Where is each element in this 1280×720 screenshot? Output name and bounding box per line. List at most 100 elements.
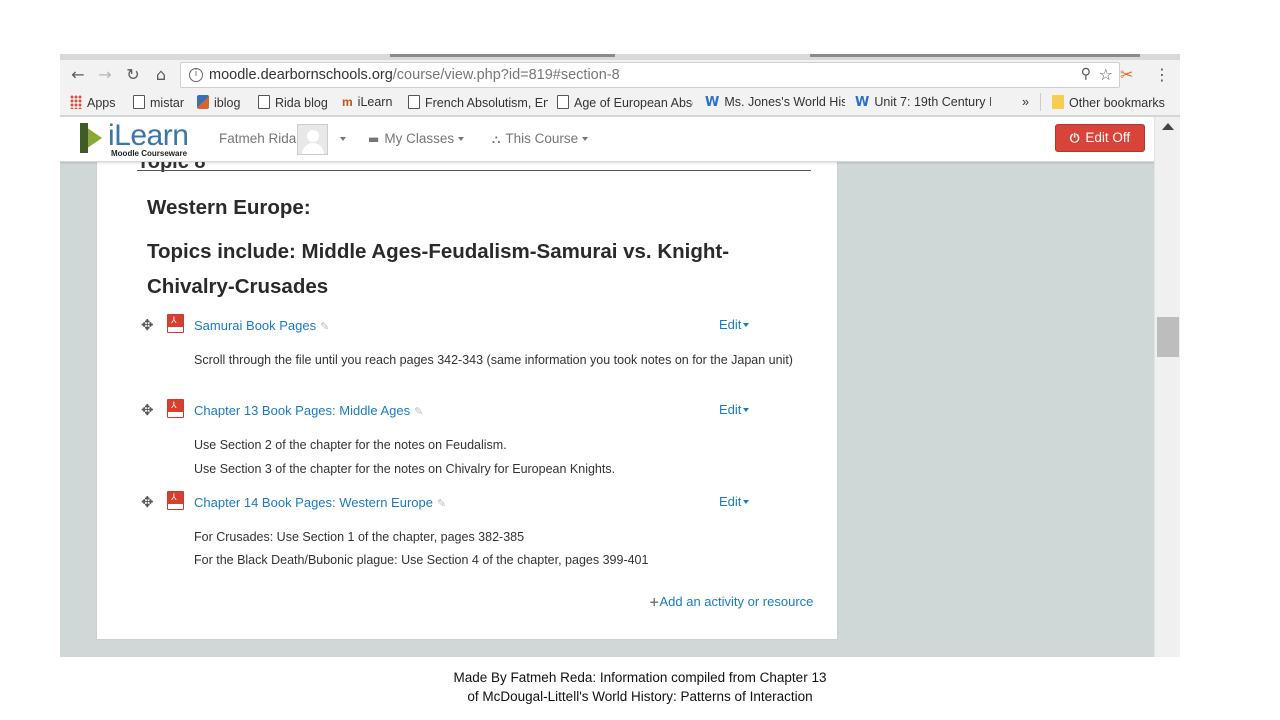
activity-description: Use Section 2 of the chapter for the not…	[194, 438, 507, 452]
move-icon[interactable]: ✥	[141, 493, 154, 511]
bookmark-french-absolutism[interactable]: French Absolutism, En	[408, 95, 548, 110]
caption-line-1: Made By Fatmeh Reda: Information compile…	[453, 670, 827, 685]
activity-description: Scroll through the file until you reach …	[194, 353, 793, 367]
chevron-down-icon	[743, 323, 750, 327]
bookmark-rida-blog[interactable]: Rida blog	[258, 95, 328, 110]
moodle-navbar: iLearn Moodle Courseware Fatmeh Rida ▬ My…	[60, 117, 1154, 162]
user-menu-caret-icon[interactable]	[340, 137, 346, 141]
pdf-icon: ⅄	[167, 399, 184, 418]
slide: ← → ↻ ⌂ i moodle.dearbornschools.org/cou…	[0, 0, 1280, 720]
zoom-icon[interactable]: ⚲	[1081, 66, 1091, 82]
activity-title: Chapter 13 Book Pages: Middle Ages	[194, 403, 411, 418]
activity-title: Chapter 14 Book Pages: Western Europe	[194, 495, 433, 510]
tab-edge	[810, 54, 1140, 57]
chevron-down-icon	[743, 500, 750, 504]
back-icon[interactable]: ←	[66, 63, 90, 87]
briefcase-icon: ▬	[368, 132, 380, 146]
chevron-down-icon	[582, 137, 589, 141]
logo-name: iLearn	[108, 119, 189, 152]
bookmark-iblog[interactable]: iblog	[197, 95, 240, 110]
bookmark-other[interactable]: Other bookmarks	[1052, 95, 1165, 110]
bookmark-ms-jones[interactable]: W Ms. Jones's World His	[705, 95, 845, 110]
section-divider	[137, 170, 811, 171]
avatar[interactable]	[297, 124, 328, 155]
activity-edit-menu[interactable]: Edit	[719, 317, 750, 332]
bookmark-mistar[interactable]: mistar	[133, 95, 184, 110]
page-icon	[408, 95, 420, 109]
url-text[interactable]: moodle.dearbornschools.org/course/view.p…	[209, 67, 620, 83]
bookmarks-overflow[interactable]: »	[1022, 95, 1029, 109]
tab-edge	[390, 54, 615, 57]
this-course-label: This Course	[505, 131, 579, 146]
activity-description: For Crusades: Use Section 1 of the chapt…	[194, 530, 525, 544]
my-classes-label: My Classes	[384, 131, 455, 146]
bookmark-ilearn[interactable]: m iLearn	[342, 95, 392, 109]
slide-caption: Made By Fatmeh Reda: Information compile…	[340, 668, 940, 706]
my-classes-menu[interactable]: ▬ My Classes	[368, 131, 465, 146]
activity-link[interactable]: Samurai Book Pages ✎	[194, 318, 329, 333]
edit-off-label: Edit Off	[1085, 130, 1131, 145]
chevron-down-icon	[743, 408, 750, 412]
edit-label: Edit	[719, 494, 742, 509]
edit-title-pencil-icon[interactable]: ✎	[320, 320, 329, 333]
moodle-icon: m	[342, 95, 353, 109]
pdf-icon: ⅄	[167, 314, 184, 333]
edit-label: Edit	[719, 317, 742, 332]
page-scrollbar[interactable]	[1154, 117, 1180, 657]
user-name[interactable]: Fatmeh Rida	[219, 131, 296, 146]
menu-icon[interactable]: ⋮	[1154, 65, 1170, 84]
sitemap-icon: ⛬	[492, 132, 501, 146]
browser-toolbar: ← → ↻ ⌂ i moodle.dearbornschools.org/cou…	[60, 60, 1180, 90]
bookmark-apps[interactable]: Apps	[70, 95, 116, 110]
caption-line-2: of McDougal-Littell's World History: Pat…	[467, 689, 813, 704]
scroll-up-icon[interactable]	[1162, 123, 1174, 130]
move-icon[interactable]: ✥	[141, 401, 154, 419]
activity-description: Use Section 3 of the chapter for the not…	[194, 462, 616, 476]
forward-icon[interactable]: →	[93, 63, 117, 87]
this-course-menu[interactable]: ⛬ This Course	[492, 131, 589, 147]
page-icon	[557, 95, 569, 109]
activity-edit-menu[interactable]: Edit	[719, 494, 750, 509]
activity-edit-menu[interactable]: Edit	[719, 402, 750, 417]
bookmark-unit-7[interactable]: W Unit 7: 19th Century I	[855, 95, 991, 110]
folder-icon	[1052, 95, 1064, 109]
reload-icon[interactable]: ↻	[121, 63, 145, 87]
edit-off-button[interactable]: ⏻ Edit Off	[1055, 124, 1145, 152]
logo-mark-icon	[80, 123, 107, 153]
url-host: moodle.dearbornschools.org	[209, 67, 393, 83]
plus-icon: +	[649, 594, 660, 609]
chevron-down-icon	[458, 137, 465, 141]
weebly-icon: W	[705, 95, 720, 110]
activity-link[interactable]: Chapter 14 Book Pages: Western Europe ✎	[194, 495, 446, 510]
bookmark-label: Other bookmarks	[1069, 96, 1165, 110]
home-icon[interactable]: ⌂	[149, 63, 173, 87]
add-activity-link[interactable]: +Add an activity or resource	[649, 593, 829, 611]
ilearn-logo[interactable]: iLearn Moodle Courseware	[80, 119, 202, 158]
bookmark-label: Age of European Abso	[574, 96, 693, 110]
url-path: /course/view.php?id=819#section-8	[392, 67, 620, 83]
extension-icon[interactable]: ✂	[1120, 65, 1133, 84]
page-icon	[133, 95, 145, 109]
course-section-card: Topic 8 Western Europe: Topics include: …	[96, 117, 838, 640]
pdf-icon: ⅄	[167, 491, 184, 510]
bookmark-age-of-european[interactable]: Age of European Abso	[557, 95, 693, 110]
move-icon[interactable]: ✥	[141, 316, 154, 334]
section-summary-title: Western Europe:	[147, 196, 311, 219]
bookmark-label: Unit 7: 19th Century I	[874, 95, 991, 109]
edit-title-pencil-icon[interactable]: ✎	[437, 497, 446, 510]
star-icon[interactable]: ☆	[1099, 65, 1113, 84]
bookmark-divider	[1040, 93, 1041, 111]
info-icon[interactable]: i	[189, 68, 203, 82]
section-summary-topics: Topics include: Middle Ages-Feudalism-Sa…	[147, 240, 730, 298]
apps-grid-icon	[70, 95, 82, 109]
weebly-icon: W	[855, 95, 870, 110]
bookmark-label: French Absolutism, En	[425, 96, 548, 110]
address-bar[interactable]: i moodle.dearbornschools.org/course/view…	[180, 62, 1120, 88]
scrollbar-thumb[interactable]	[1157, 317, 1179, 357]
activity-link[interactable]: Chapter 13 Book Pages: Middle Ages ✎	[194, 403, 423, 418]
power-icon: ⏻	[1069, 131, 1080, 145]
bookmark-label: Ms. Jones's World His	[724, 95, 845, 109]
edit-title-pencil-icon[interactable]: ✎	[414, 405, 423, 418]
edit-label: Edit	[719, 402, 742, 417]
bookmark-label: Rida blog	[275, 96, 328, 110]
